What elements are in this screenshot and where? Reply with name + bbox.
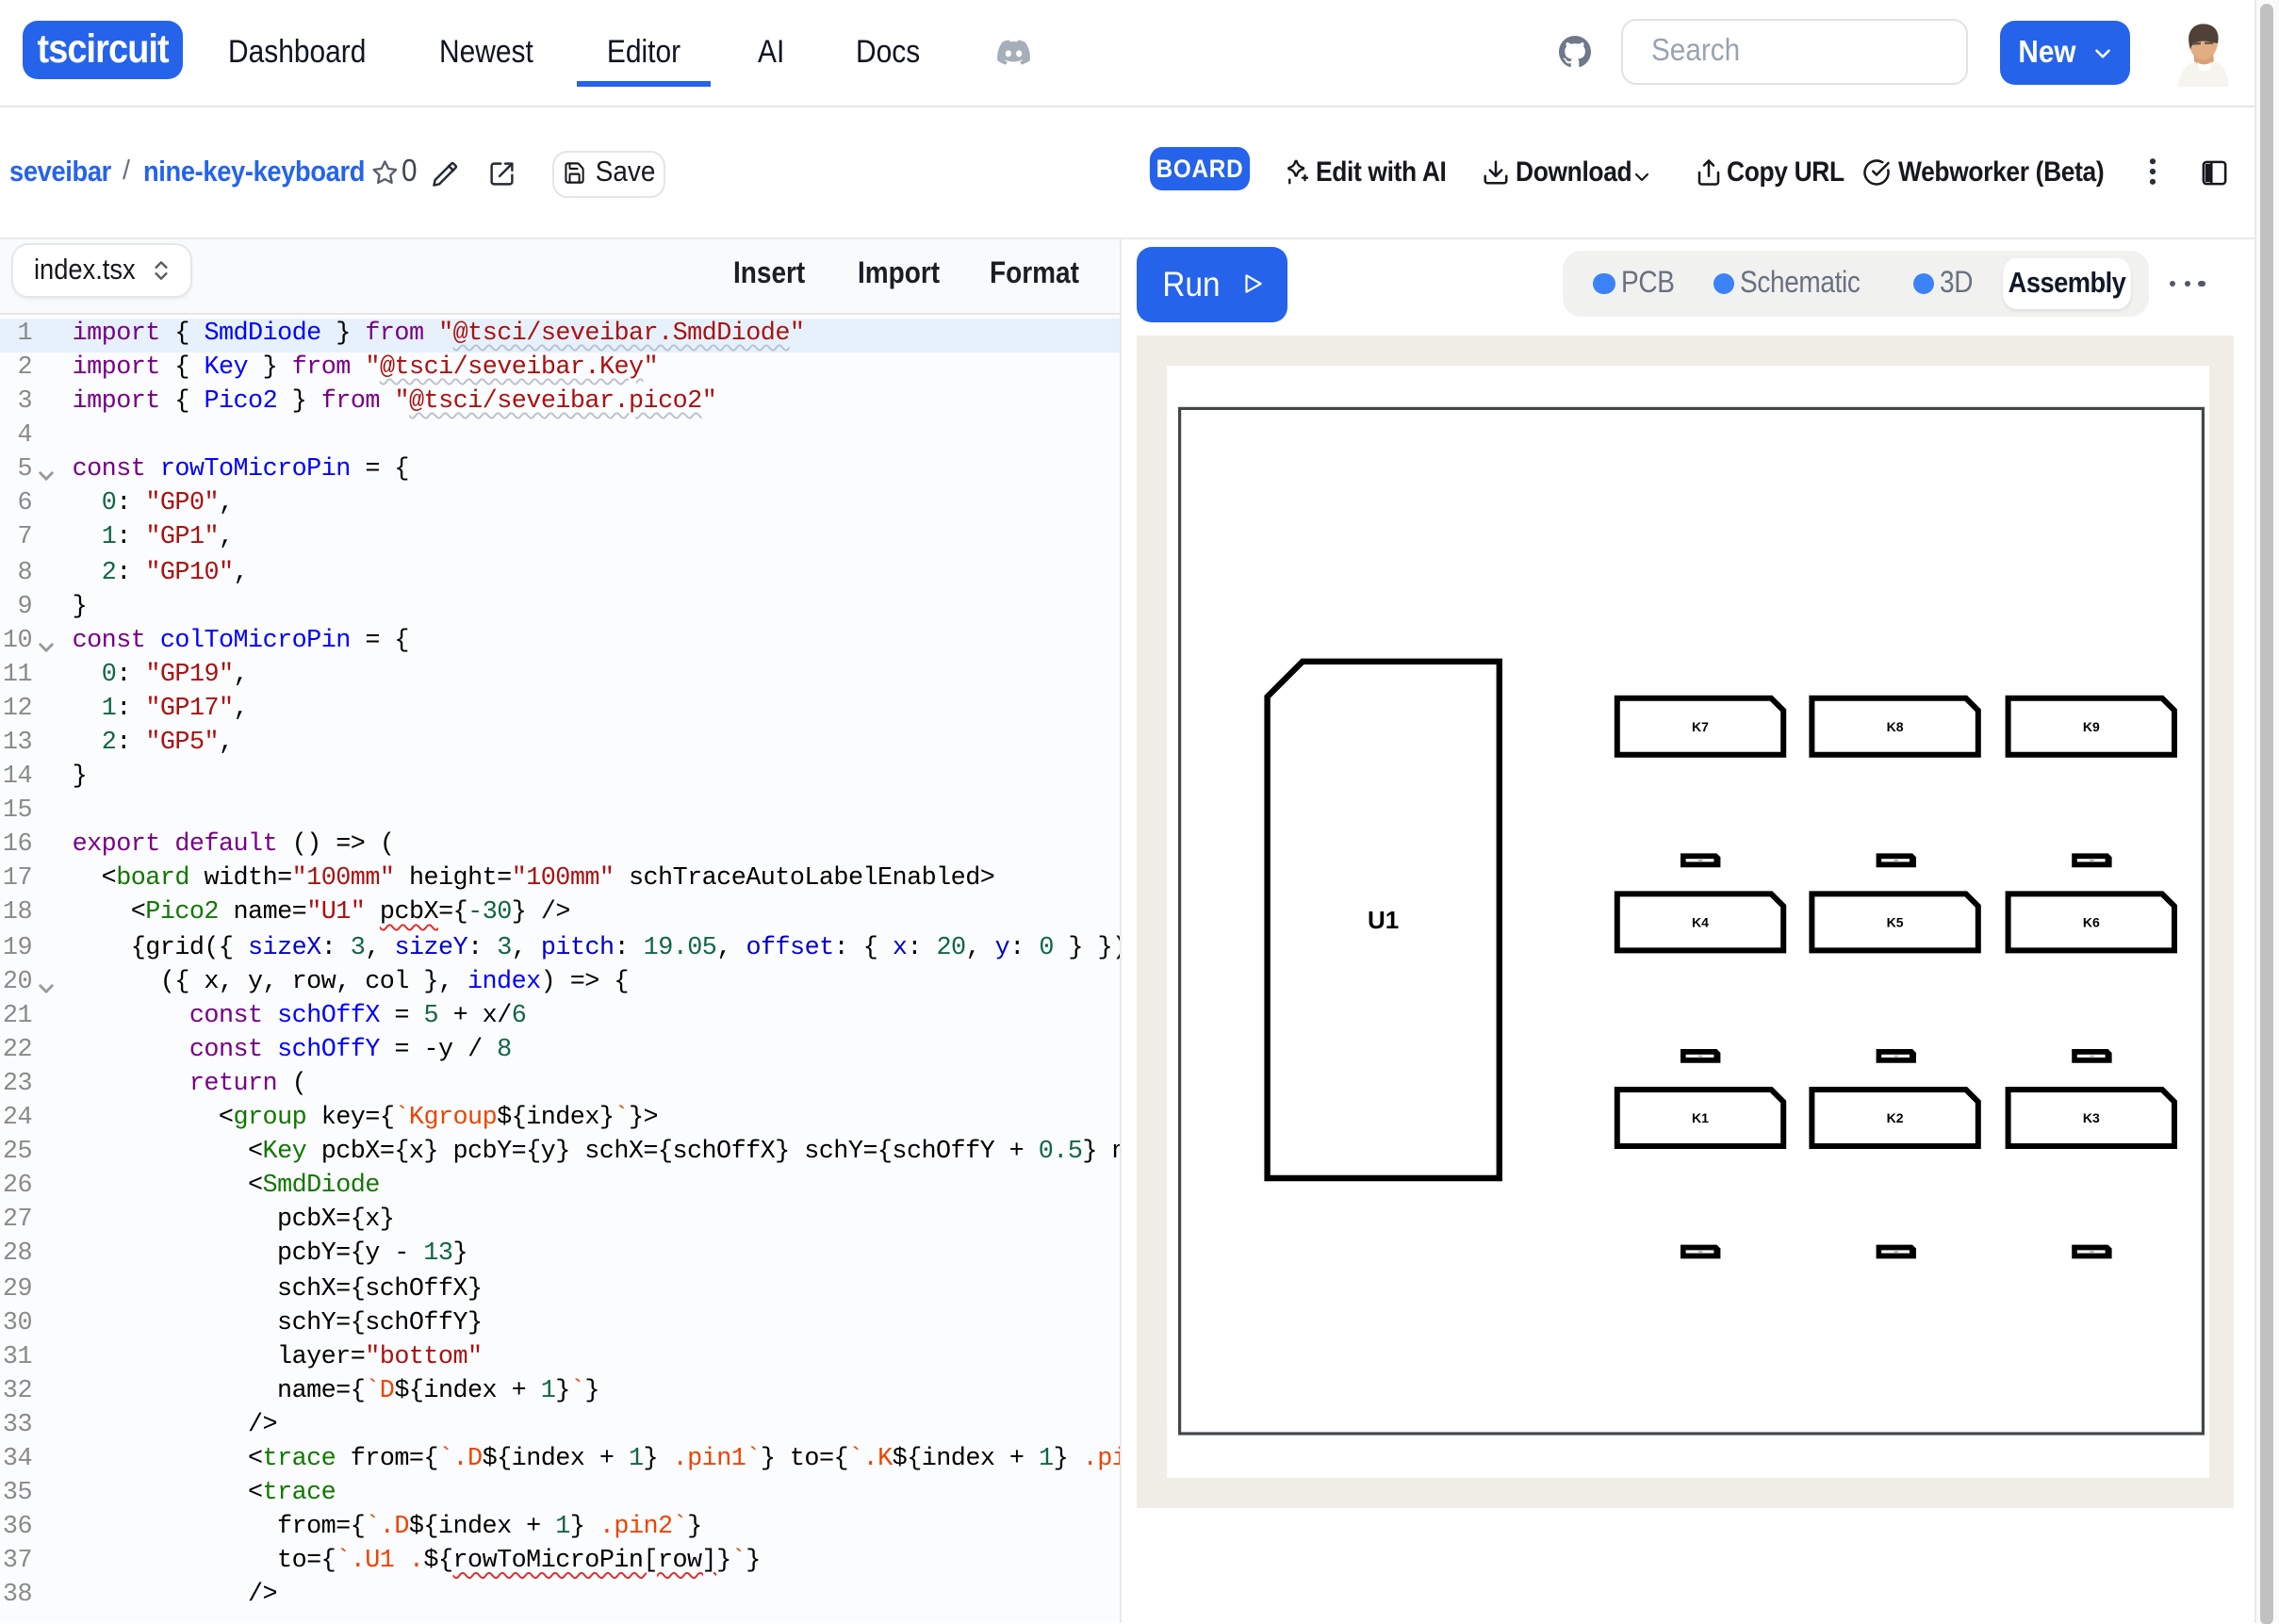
svg-text:K6: K6 — [2083, 915, 2100, 930]
svg-text:K5: K5 — [1887, 915, 1904, 930]
svg-text:K7: K7 — [1692, 719, 1709, 734]
svg-text:K8: K8 — [1887, 719, 1904, 734]
svg-text:K2: K2 — [1887, 1110, 1904, 1125]
svg-text:K3: K3 — [2083, 1110, 2100, 1125]
svg-text:K9: K9 — [2083, 719, 2100, 734]
svg-text:K1: K1 — [1692, 1110, 1709, 1125]
svg-text:U1: U1 — [1368, 907, 1399, 935]
svg-text:K4: K4 — [1692, 915, 1709, 930]
